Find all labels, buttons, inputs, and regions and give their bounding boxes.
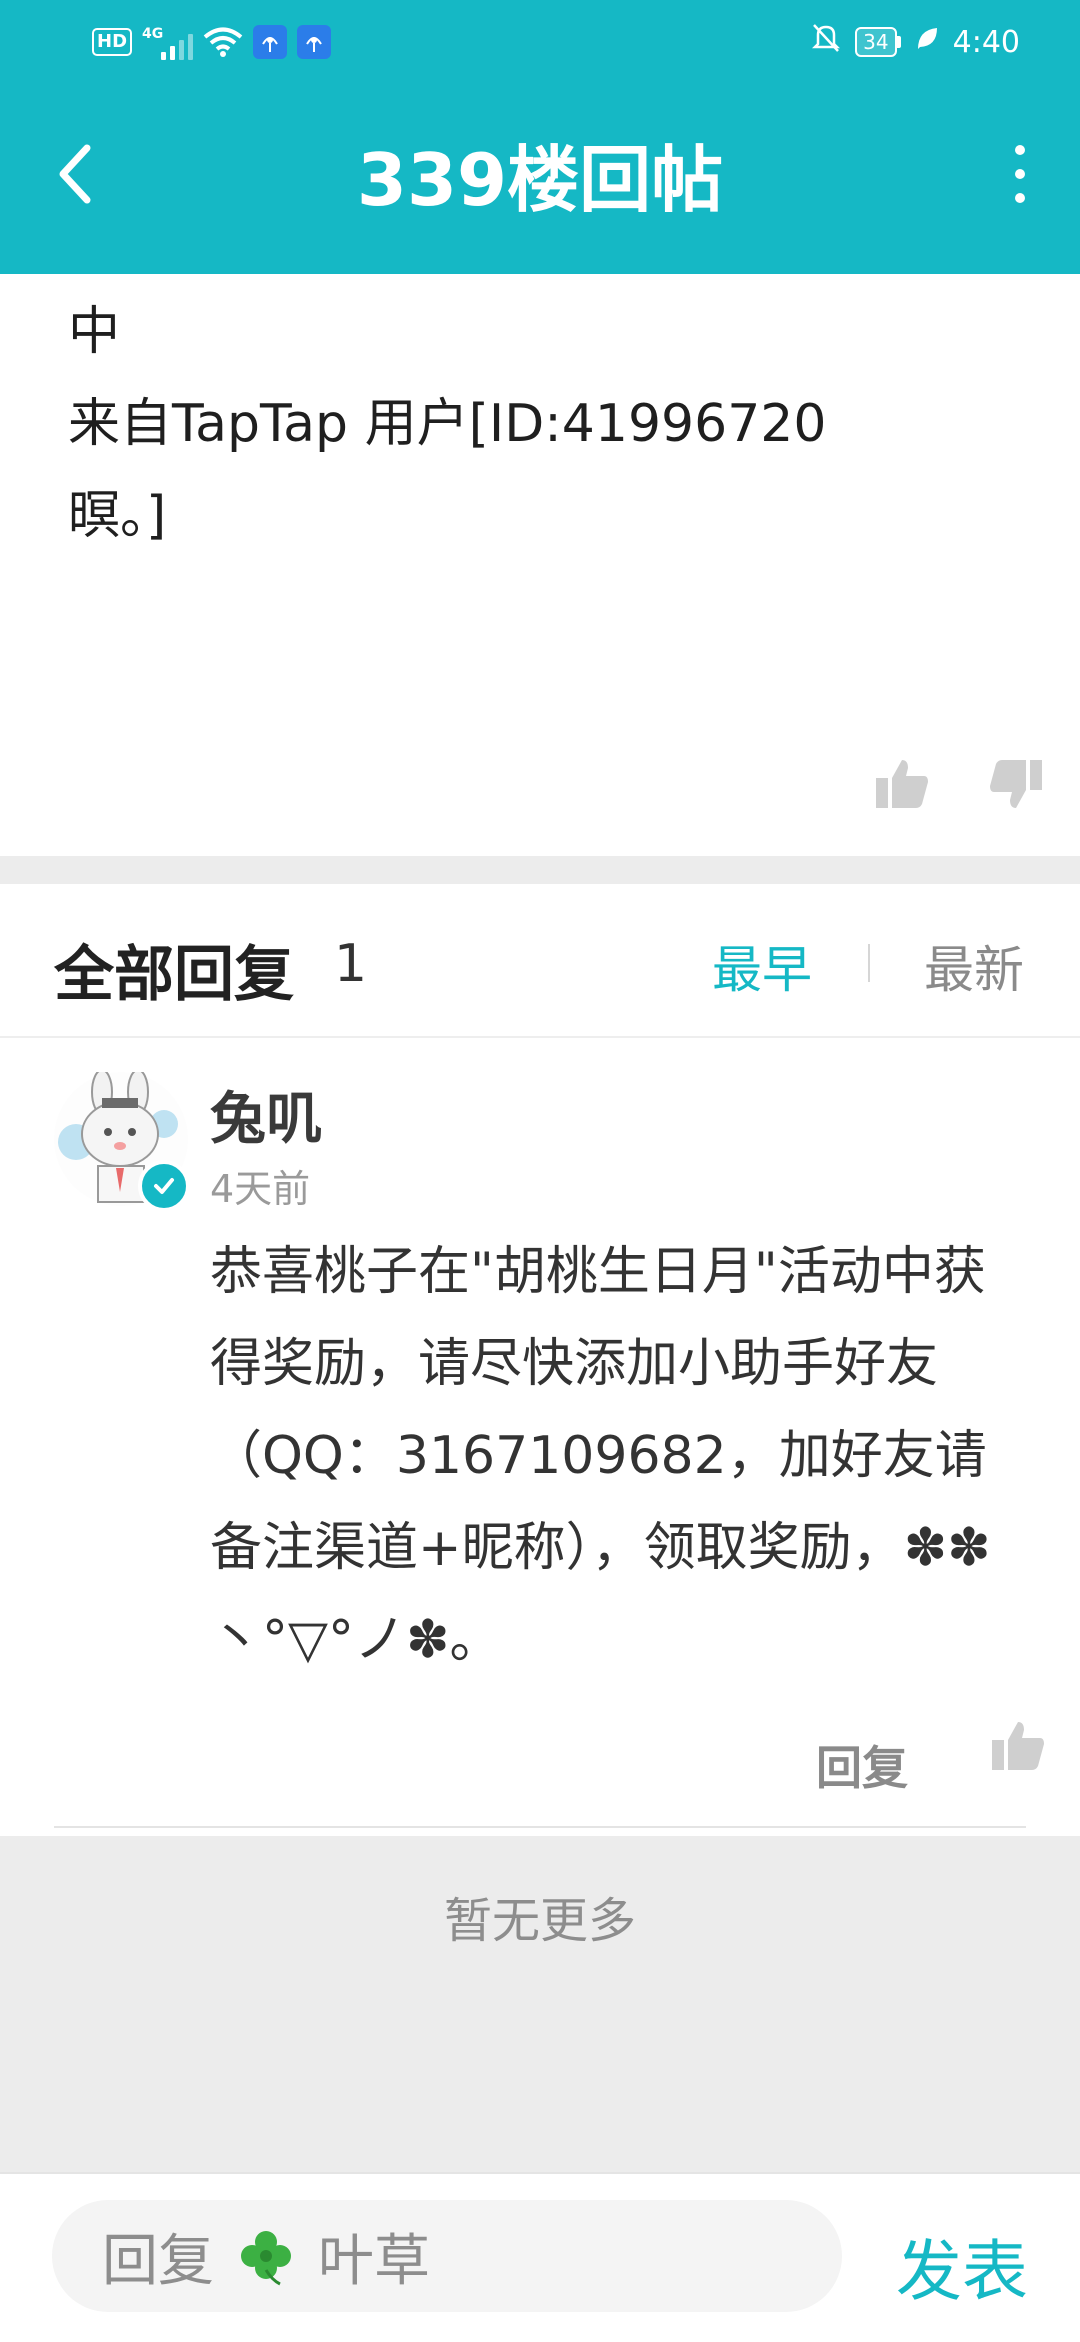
hotspot-icon [253,25,288,59]
cell-signal-icon: 4G [142,24,194,60]
status-right: 34 4:40 [811,20,1020,64]
replies-section: 全部回复 1 最早 最新 兔叽 4天前 恭喜桃子在"胡桃生日月"活动中获得奖励，… [0,884,1080,1836]
thumbs-up-icon[interactable] [872,754,932,814]
page-title: 339楼回帖 [356,138,724,222]
replies-header: 全部回复 1 最早 最新 [0,884,1080,1038]
reply-time: 4天前 [210,1167,311,1211]
reply-button[interactable]: 回复 [816,1732,908,1798]
status-left: HD 4G [92,22,332,62]
submit-button[interactable]: 发表 [896,2218,1028,2314]
battery-level: 34 [855,27,897,57]
replies-count: 1 [334,934,368,994]
thumbs-down-icon[interactable] [986,754,1046,814]
reply-author-name[interactable]: 兔叽 [210,1074,322,1155]
replies-title: 全部回复 [54,940,294,1010]
app-bar: 339楼回帖 [0,84,1080,274]
reply-input[interactable]: 回复 叶草 [52,2200,842,2312]
reply-text: 恭喜桃子在"胡桃生日月"活动中获得奖励，请尽快添加小助手好友（QQ：316710… [210,1242,991,1670]
post-card: 康吧，惆怅。呜呜呜，求中啊，疯狂挣扎中 来自TapTap 用户[ID:41996… [0,274,1080,856]
status-bar: HD 4G 34 4:40 [0,0,1080,84]
hd-badge: HD [92,28,133,56]
reply-placeholder-suffix: 叶草 [318,2228,430,2294]
divider [54,1826,1026,1828]
mute-bell-icon [811,22,841,62]
wifi-icon [203,26,243,58]
more-options-icon[interactable] [990,134,1050,214]
battery-icon: 34 [855,27,901,57]
reply-placeholder-prefix: 回复 [102,2228,214,2294]
hotspot-icon [297,25,332,59]
post-body-text: 康吧，惆怅。呜呜呜，求中啊，疯狂挣扎中 来自TapTap 用户[ID:41996… [68,302,827,546]
sort-divider [868,944,870,982]
network-type-label: 4G [142,26,164,42]
clock: 4:40 [952,24,1020,60]
sort-earliest-tab[interactable]: 最早 [712,930,812,1002]
no-more-label: 暂无更多 [443,1893,636,1949]
leaf-icon [915,25,939,60]
composer-bar: 回复 叶草 发表 [0,2172,1080,2342]
clover-icon [234,2224,298,2288]
sort-latest-tab[interactable]: 最新 [924,930,1024,1002]
post-actions [872,754,1046,814]
thumbs-up-icon[interactable] [990,1720,1046,1776]
verified-badge-icon [138,1160,190,1212]
